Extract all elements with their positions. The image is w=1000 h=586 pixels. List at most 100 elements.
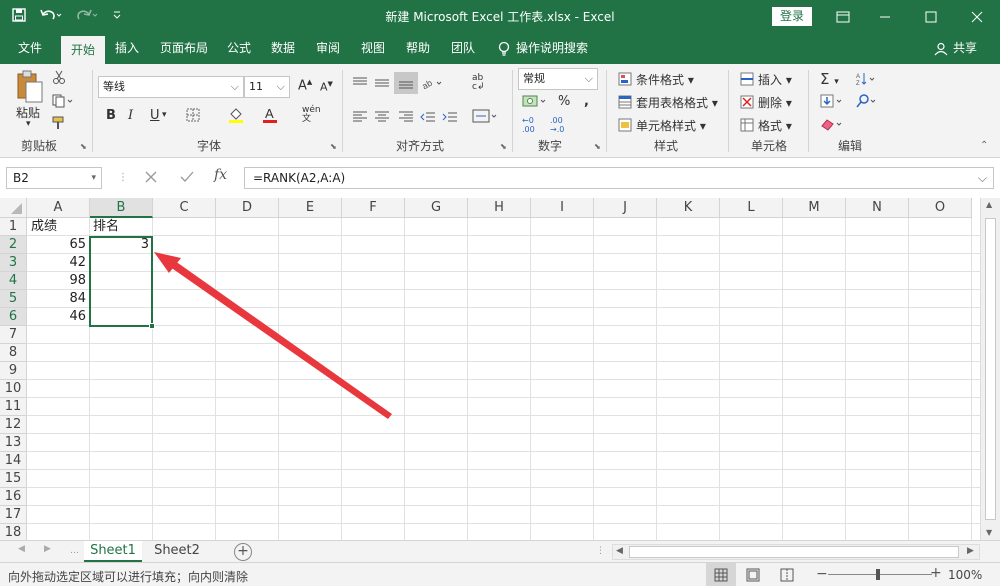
- format-painter-icon[interactable]: [52, 116, 66, 133]
- worksheet-grid[interactable]: ABCDEFGHIJKLMNO 1 2 3 4 5 6 7 8 9 10 11 12 13 14 15 16 1…: [0, 198, 1000, 540]
- format-cells-icon[interactable]: [740, 118, 754, 135]
- tab-team[interactable]: 团队: [446, 33, 480, 64]
- delete-cells-icon[interactable]: [740, 95, 754, 112]
- tab-file[interactable]: 文件: [10, 33, 50, 64]
- autosum-icon[interactable]: Σ ▾: [820, 70, 839, 88]
- zoom-slider-thumb[interactable]: [876, 569, 880, 580]
- paste-dropdown-icon[interactable]: ▾: [26, 119, 31, 129]
- row-header-6[interactable]: 6: [0, 308, 27, 326]
- next-sheet-icon[interactable]: ▶: [44, 544, 51, 554]
- row-header-13[interactable]: 13: [0, 434, 27, 452]
- row-header-11[interactable]: 11: [0, 398, 27, 416]
- align-left-icon[interactable]: [352, 110, 368, 127]
- row-header-3[interactable]: 3: [0, 254, 27, 272]
- tab-split-icon[interactable]: ⋮: [596, 546, 605, 556]
- row-header-15[interactable]: 15: [0, 470, 27, 488]
- redo-icon[interactable]: [76, 8, 98, 26]
- column-header-b[interactable]: B: [90, 198, 153, 218]
- column-header-d[interactable]: D: [216, 198, 279, 218]
- clear-icon[interactable]: [820, 117, 846, 134]
- decrease-decimal-icon[interactable]: .00 →.0: [550, 116, 564, 134]
- clipboard-launcher-icon[interactable]: ⬊: [80, 142, 87, 151]
- column-header-k[interactable]: K: [657, 198, 720, 218]
- tab-data[interactable]: 数据: [266, 33, 300, 64]
- align-top-icon[interactable]: [352, 76, 368, 93]
- row-header-9[interactable]: 9: [0, 362, 27, 380]
- row-header-1[interactable]: 1: [0, 218, 27, 236]
- zoom-level[interactable]: 100%: [948, 568, 982, 582]
- format-as-table-icon[interactable]: [618, 95, 632, 112]
- scroll-right-icon[interactable]: ▶: [967, 546, 974, 556]
- zoom-slider[interactable]: [828, 574, 932, 575]
- row-header-10[interactable]: 10: [0, 380, 27, 398]
- alignment-launcher-icon[interactable]: ⬊: [500, 142, 507, 151]
- login-button[interactable]: 登录: [772, 7, 812, 26]
- add-sheet-icon[interactable]: +: [234, 543, 252, 561]
- cut-icon[interactable]: [52, 70, 66, 87]
- cell-b1[interactable]: 排名: [90, 218, 152, 236]
- ribbon-display-icon[interactable]: [820, 0, 866, 33]
- scroll-down-icon[interactable]: ▼: [986, 528, 992, 537]
- align-middle-icon[interactable]: [374, 76, 390, 93]
- cell-styles-icon[interactable]: [618, 118, 632, 135]
- format-as-table-button[interactable]: 套用表格格式 ▾: [636, 94, 718, 111]
- normal-view-icon[interactable]: [706, 563, 736, 586]
- column-header-m[interactable]: M: [783, 198, 846, 218]
- delete-cells-button[interactable]: 删除 ▾: [758, 94, 792, 111]
- cell-a5[interactable]: 84: [28, 290, 89, 308]
- sheet-tab-sheet1[interactable]: Sheet1: [84, 541, 142, 562]
- vertical-scrollbar[interactable]: ▲ ▼: [980, 198, 1000, 540]
- row-header-17[interactable]: 17: [0, 506, 27, 524]
- fill-color-icon[interactable]: [228, 106, 244, 127]
- currency-icon[interactable]: [522, 94, 548, 111]
- borders-icon[interactable]: [186, 108, 200, 125]
- column-header-j[interactable]: J: [594, 198, 657, 218]
- cancel-icon[interactable]: [144, 170, 158, 187]
- cell-a1[interactable]: 成绩: [28, 218, 89, 236]
- close-icon[interactable]: [954, 0, 1000, 33]
- increase-decimal-icon[interactable]: ←0.00: [522, 116, 535, 134]
- row-header-16[interactable]: 16: [0, 488, 27, 506]
- tab-help[interactable]: 帮助: [401, 33, 435, 64]
- cell-a3[interactable]: 42: [28, 254, 89, 272]
- collapse-ribbon-icon[interactable]: ⌃: [980, 140, 988, 151]
- zoom-out-icon[interactable]: −: [816, 566, 828, 582]
- percent-icon[interactable]: %: [558, 94, 570, 109]
- tab-home[interactable]: 开始: [61, 36, 105, 64]
- scroll-up-icon[interactable]: ▲: [986, 200, 992, 209]
- horizontal-scroll-thumb[interactable]: [629, 546, 959, 558]
- column-header-o[interactable]: O: [909, 198, 972, 218]
- enter-icon[interactable]: [180, 170, 194, 187]
- column-header-c[interactable]: C: [153, 198, 216, 218]
- tab-insert[interactable]: 插入: [110, 33, 144, 64]
- page-layout-view-icon[interactable]: [746, 568, 760, 585]
- conditional-format-icon[interactable]: [618, 72, 632, 89]
- minimize-icon[interactable]: [862, 0, 908, 33]
- tab-review[interactable]: 审阅: [311, 33, 345, 64]
- conditional-format-button[interactable]: 条件格式 ▾: [636, 71, 694, 88]
- increase-indent-icon[interactable]: [442, 110, 458, 127]
- font-launcher-icon[interactable]: ⬊: [330, 142, 337, 151]
- paste-icon[interactable]: [16, 70, 44, 107]
- column-header-i[interactable]: I: [531, 198, 594, 218]
- save-icon[interactable]: [12, 7, 26, 26]
- horizontal-scrollbar[interactable]: ◀ ▶: [612, 544, 980, 560]
- vertical-scroll-thumb[interactable]: [985, 218, 996, 520]
- copy-icon[interactable]: [52, 94, 74, 111]
- column-header-a[interactable]: A: [27, 198, 90, 218]
- chevron-down-icon[interactable]: ▾: [162, 110, 167, 120]
- row-header-12[interactable]: 12: [0, 416, 27, 434]
- share-button[interactable]: 共享: [950, 33, 980, 64]
- row-header-5[interactable]: 5: [0, 290, 27, 308]
- column-header-e[interactable]: E: [279, 198, 342, 218]
- row-header-8[interactable]: 8: [0, 344, 27, 362]
- insert-cells-button[interactable]: 插入 ▾: [758, 71, 792, 88]
- insert-function-icon[interactable]: fx: [214, 167, 227, 183]
- align-bottom-icon[interactable]: [394, 72, 418, 94]
- align-center-icon[interactable]: [374, 110, 390, 127]
- name-box[interactable]: B2 ▾: [6, 167, 102, 189]
- column-header-n[interactable]: N: [846, 198, 909, 218]
- cell-b2[interactable]: 3: [90, 236, 152, 254]
- decrease-indent-icon[interactable]: [420, 110, 436, 127]
- column-header-g[interactable]: G: [405, 198, 468, 218]
